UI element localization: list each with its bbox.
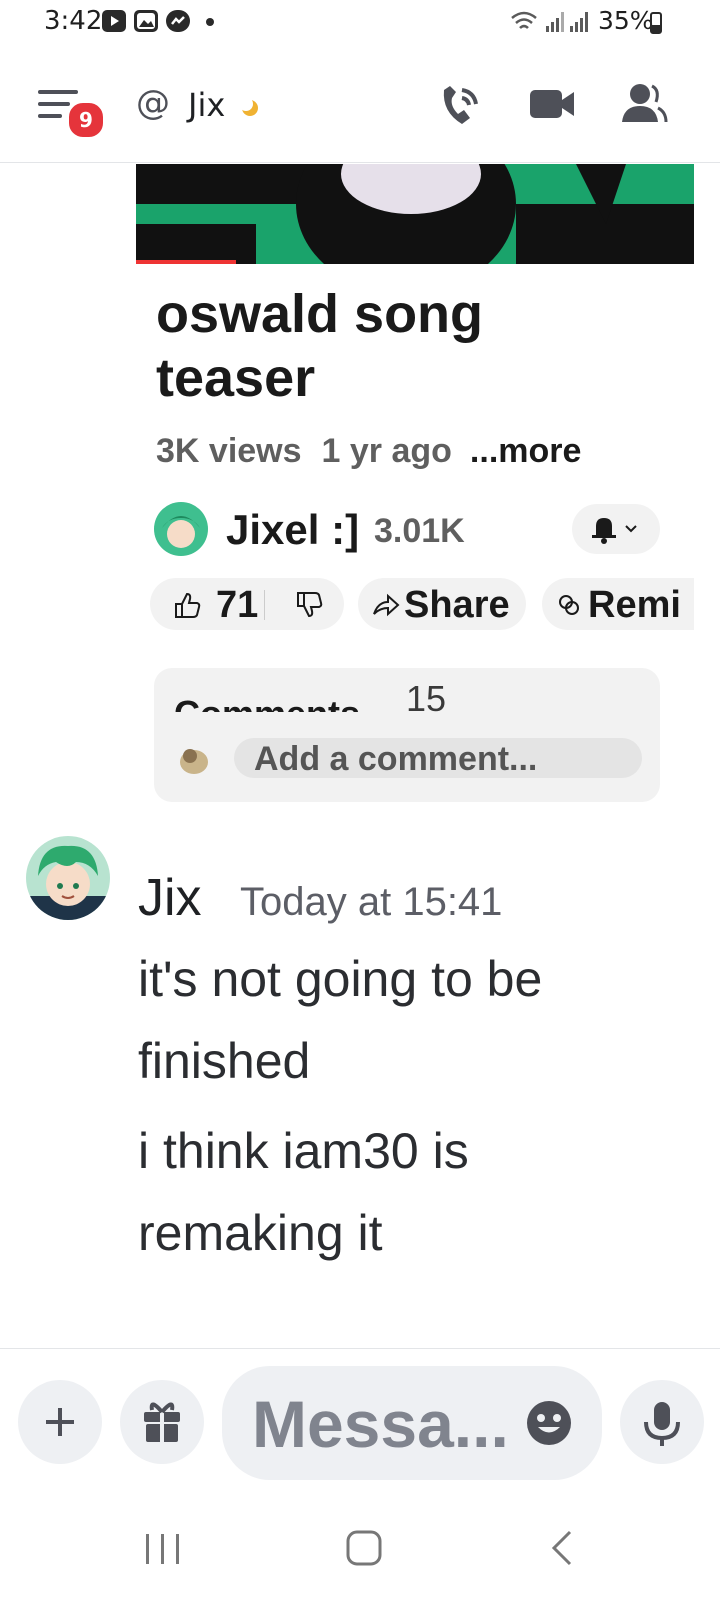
message-input[interactable]: Messa...	[222, 1366, 602, 1480]
video-call-button[interactable]	[528, 86, 578, 126]
like-dislike-pill: 71	[150, 578, 344, 630]
youtube-icon	[102, 10, 126, 32]
subscriber-count: 3.01K	[374, 512, 465, 550]
bell-icon	[592, 518, 637, 544]
comments-panel[interactable]: Comments 15 Add a comment...	[154, 668, 660, 802]
voice-call-button[interactable]	[436, 82, 484, 130]
message-line: i think iam30 is	[138, 1123, 469, 1179]
signal-icon	[570, 12, 588, 32]
share-label: Share	[404, 584, 510, 626]
video-meta: 3K views 1 yr ago ...more	[156, 432, 581, 471]
message-line: finished	[138, 1033, 311, 1089]
moon-status-icon	[239, 97, 260, 118]
more-link[interactable]: ...more	[470, 432, 581, 470]
unread-badge: 9	[66, 100, 106, 140]
mic-icon	[644, 1402, 680, 1446]
home-button[interactable]	[324, 1520, 404, 1580]
share-icon	[373, 593, 400, 617]
gallery-icon	[134, 10, 158, 32]
plus-icon	[46, 1408, 74, 1436]
video-thumbnail[interactable]	[136, 164, 694, 264]
wifi-icon	[511, 11, 537, 29]
channel-avatar[interactable]	[154, 502, 208, 556]
comments-count: 15	[406, 678, 447, 719]
message-timestamp: Today at 15:41	[240, 880, 503, 924]
members-icon	[622, 84, 668, 123]
commenter-avatar	[176, 740, 214, 778]
members-button[interactable]	[620, 82, 670, 126]
back-button[interactable]	[524, 1520, 604, 1580]
signal-icons	[511, 11, 588, 32]
remix-button[interactable]: Remi	[542, 578, 702, 630]
phone-call-icon	[443, 86, 478, 124]
at-icon: @	[134, 83, 172, 123]
message-line: it's not going to be	[138, 951, 543, 1007]
voice-message-button[interactable]	[620, 1380, 704, 1464]
chat-header: 9 @ Jix	[0, 62, 720, 163]
message-author[interactable]: Jix	[138, 868, 202, 928]
emoji-icon[interactable]	[524, 1398, 574, 1448]
signal-icon	[546, 12, 564, 32]
comments-label: Comments	[174, 688, 360, 712]
add-comment-field[interactable]: Add a comment...	[234, 738, 642, 778]
notify-bell-button[interactable]	[572, 504, 660, 554]
recent-apps-icon	[146, 1534, 179, 1564]
thumbs-down-icon[interactable]	[294, 590, 324, 620]
add-comment-placeholder: Add a comment...	[254, 740, 538, 778]
battery-icon	[650, 12, 662, 34]
video-title: oswald song teaser	[156, 284, 484, 408]
svg-text:@: @	[136, 84, 170, 122]
recent-apps-button[interactable]	[124, 1520, 204, 1580]
composer-divider	[0, 1348, 720, 1349]
dot-icon	[206, 18, 214, 26]
share-button[interactable]: Share	[358, 578, 526, 630]
gift-button[interactable]	[120, 1380, 204, 1464]
message-line: remaking it	[138, 1205, 383, 1261]
thumbs-up-icon	[175, 592, 201, 618]
battery-percentage: 35%	[598, 6, 654, 35]
remix-icon	[559, 595, 579, 615]
upload-age: 1 yr ago	[321, 432, 452, 470]
attach-button[interactable]	[18, 1380, 102, 1464]
like-count[interactable]: 71	[216, 584, 258, 627]
channel-name-embed[interactable]: Jixel :]	[226, 506, 359, 554]
channel-name[interactable]: Jix	[188, 86, 225, 124]
message-placeholder: Messa...	[252, 1387, 509, 1461]
video-call-icon	[530, 90, 574, 118]
messenger-icon	[166, 10, 190, 32]
status-time: 3:42	[44, 6, 103, 36]
author-avatar[interactable]	[26, 836, 110, 920]
gift-icon	[144, 1402, 180, 1442]
view-count: 3K views	[156, 432, 302, 470]
back-icon	[551, 1530, 572, 1566]
remix-label: Remi	[588, 584, 681, 626]
home-icon	[346, 1530, 382, 1566]
